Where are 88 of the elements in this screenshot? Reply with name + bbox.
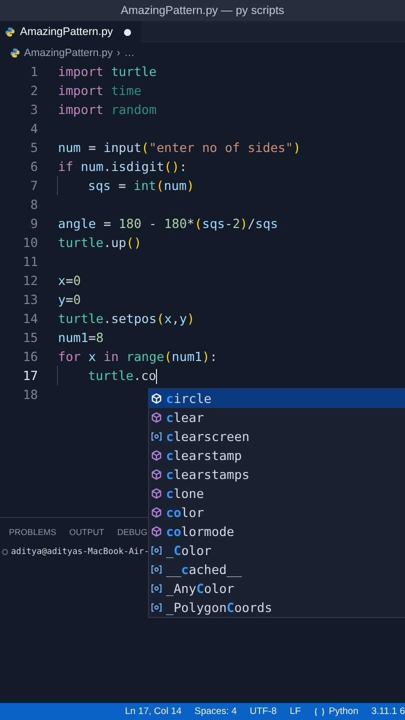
line-number: 10 <box>22 235 38 250</box>
suggestion-label: _PolygonCoords <box>166 600 272 615</box>
line-number: 16 <box>22 349 38 364</box>
line-number: 11 <box>22 254 38 269</box>
code-line: x=0 <box>57 272 81 290</box>
suggestion-label: clearscreen <box>166 429 250 444</box>
code-line: turtle.co <box>57 366 158 385</box>
line-number: 17 <box>22 368 38 383</box>
suggestion-item[interactable]: _AnyColor <box>149 579 405 598</box>
code-line: y=0 <box>57 291 81 309</box>
line-number: 18 <box>22 387 38 402</box>
panel-tab[interactable]: PROBLEMS <box>9 527 56 538</box>
suggestion-label: _Color <box>166 543 212 558</box>
text-cursor <box>156 369 158 384</box>
code-line: num1=8 <box>57 329 104 347</box>
line-number: 12 <box>22 273 38 288</box>
code-line: sqs = int(num) <box>57 176 194 195</box>
suggestion-label: clone <box>166 486 204 501</box>
code-line: for x in range(num1): <box>57 348 218 366</box>
status-item[interactable]: 3.11.1 6 <box>371 706 405 717</box>
suggestion-label: clear <box>166 410 204 425</box>
code-line: import turtle <box>57 63 157 81</box>
breadcrumb-separator: › <box>116 46 120 58</box>
suggestion-item[interactable]: colormode <box>149 522 405 541</box>
suggestion-item[interactable]: clearscreen <box>149 427 405 446</box>
status-item[interactable]: Ln 17, Col 14 <box>125 706 182 717</box>
suggestion-label: color <box>166 505 204 520</box>
code-line: import time <box>57 82 142 100</box>
panel-tab[interactable]: DEBUG <box>117 527 148 538</box>
status-item[interactable]: Spaces: 4 <box>194 706 237 717</box>
line-number: 6 <box>29 159 38 174</box>
code-line: num = input("enter no of sides") <box>57 139 301 157</box>
suggestion-item[interactable]: color <box>149 503 405 522</box>
line-number: 14 <box>22 311 38 326</box>
variable-icon <box>151 584 162 593</box>
breadcrumb-item[interactable]: AmazingPattern.py <box>24 46 113 58</box>
code-line: turtle.up() <box>57 234 142 252</box>
line-number: 15 <box>22 330 38 345</box>
line-number: 5 <box>29 140 38 155</box>
variable-icon <box>151 565 162 574</box>
breadcrumb-item[interactable]: … <box>124 46 135 58</box>
file-tab[interactable]: AmazingPattern.py <box>0 21 141 43</box>
braces-icon <box>314 706 325 716</box>
variable-icon <box>151 546 162 555</box>
code-line: import random <box>57 101 157 119</box>
suggestion-label: clearstamp <box>166 448 242 463</box>
suggestion-item[interactable]: clear <box>149 408 405 427</box>
suggestion-item[interactable]: _PolygonCoords <box>149 598 405 617</box>
suggestion-label: __cached__ <box>166 562 242 577</box>
suggestion-label: colormode <box>166 524 234 539</box>
cube-icon <box>151 393 162 404</box>
line-number: 9 <box>29 216 38 231</box>
cube-icon <box>151 526 162 537</box>
circle-icon <box>2 549 8 555</box>
terminal-prompt: aditya@adityas-MacBook-Air- <box>11 547 150 557</box>
cube-icon <box>151 469 162 480</box>
line-number: 8 <box>29 197 38 212</box>
cube-icon <box>151 507 162 518</box>
line-number: 7 <box>29 178 38 193</box>
line-number: 3 <box>29 102 38 117</box>
status-item[interactable]: LF <box>290 706 301 717</box>
line-number: 2 <box>29 83 38 98</box>
line-number: 13 <box>22 292 38 307</box>
suggestion-item[interactable]: clearstamps <box>149 465 405 484</box>
cube-icon <box>151 412 162 423</box>
code-line: if num.isdigit(): <box>57 158 187 176</box>
suggestion-item[interactable]: circle <box>149 389 405 408</box>
suggestion-label: _AnyColor <box>166 581 234 596</box>
cube-icon <box>151 488 162 499</box>
code-line: angle = 180 - 180*(sqs-2)/sqs <box>57 215 278 233</box>
suggestion-label: clearstamps <box>166 467 250 482</box>
suggestion-item[interactable]: __cached__ <box>149 560 405 579</box>
suggestion-item[interactable]: _Color <box>149 541 405 560</box>
language-mode[interactable]: Python <box>314 706 358 717</box>
status-item[interactable]: UTF-8 <box>250 706 277 717</box>
python-file-icon <box>10 48 20 58</box>
panel-tab[interactable]: OUTPUT <box>69 527 104 538</box>
cube-icon <box>151 450 162 461</box>
suggestion-item[interactable]: clone <box>149 484 405 503</box>
python-file-icon <box>5 27 15 37</box>
variable-icon <box>151 603 162 612</box>
suggestion-item[interactable]: clearstamp <box>149 446 405 465</box>
line-number: 4 <box>29 121 38 136</box>
suggestion-label: circle <box>166 391 212 406</box>
window-title: AmazingPattern.py — py scripts <box>120 4 284 16</box>
line-number: 1 <box>29 64 38 79</box>
variable-icon <box>151 432 162 441</box>
code-line: turtle.setpos(x,y) <box>57 310 195 328</box>
